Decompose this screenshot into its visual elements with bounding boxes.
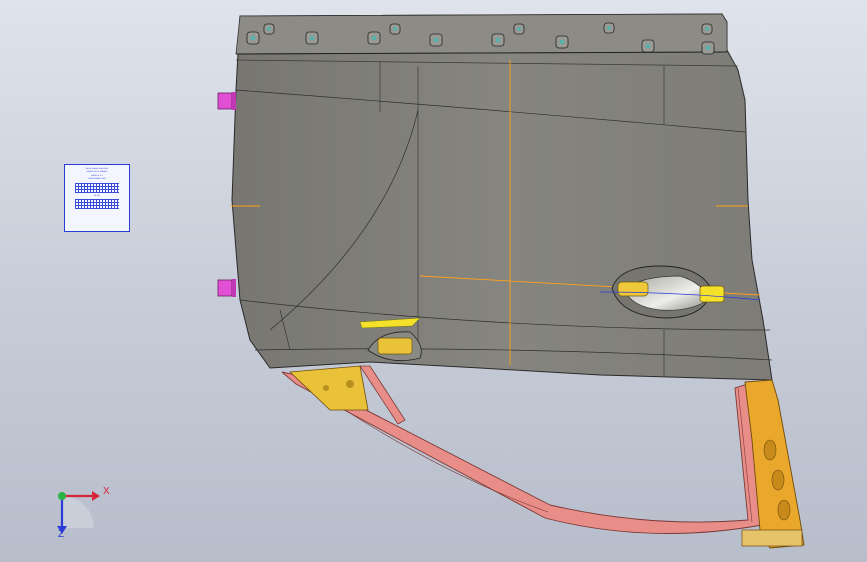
x-axis-label: X	[103, 486, 110, 497]
info-card[interactable]: ▪▪▪ ▪▪ ▪▪▪▪▪▪▪ ▪▪▪▪▪ ▪▪▪▪ ▪▪▪▪▪▪▪ ▪▪▪ ▪▪…	[64, 164, 130, 232]
corner-bracket[interactable]	[289, 365, 369, 411]
info-grid-graphic	[75, 199, 119, 210]
info-line: ▪▪ ▪▪▪	[94, 193, 100, 197]
z-axis-label: Z	[58, 529, 65, 540]
info-line: ▪▪▪▪▪▪ ▪▪▪▪▪▪▪ ▪▪▪▪	[88, 177, 106, 181]
info-grid-graphic	[75, 182, 119, 193]
door-panel[interactable]	[231, 13, 773, 381]
cad-viewport[interactable]	[0, 0, 867, 562]
coordinate-triad	[57, 491, 100, 534]
